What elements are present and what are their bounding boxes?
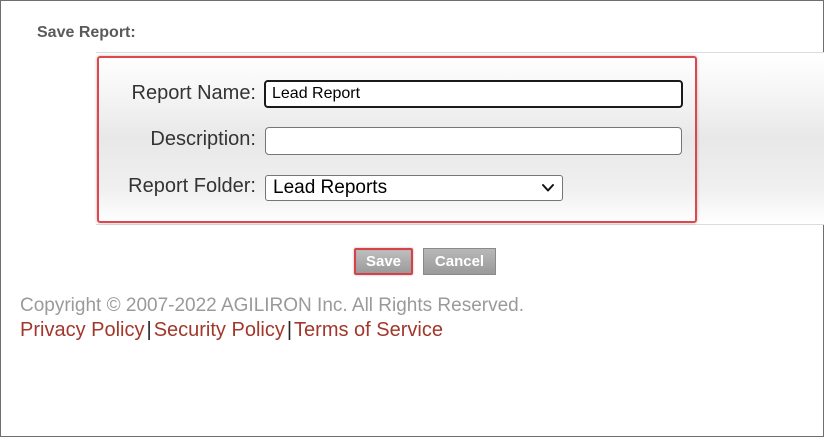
save-button-label: Save — [357, 251, 410, 272]
report-name-input[interactable] — [264, 80, 683, 108]
description-input[interactable] — [265, 127, 682, 155]
description-label: Description: — [150, 128, 256, 150]
save-button[interactable]: Save — [354, 248, 413, 275]
privacy-policy-link[interactable]: Privacy Policy — [20, 319, 144, 341]
security-policy-link[interactable]: Security Policy — [154, 319, 285, 341]
footer-links: Privacy Policy | Security Policy | Terms of … — [20, 319, 443, 342]
report-name-label: Report Name: — [131, 82, 257, 104]
report-folder-selected-value: Lead Reports — [273, 177, 388, 198]
report-folder-select[interactable]: Lead Reports — [265, 175, 563, 201]
cancel-button[interactable]: Cancel — [423, 248, 496, 275]
chevron-down-icon — [542, 184, 554, 192]
page-title: Save Report: — [37, 24, 136, 41]
footer-separator: | — [146, 319, 152, 341]
report-folder-label: Report Folder: — [128, 175, 256, 197]
terms-of-service-link[interactable]: Terms of Service — [294, 319, 443, 341]
footer-separator: | — [286, 319, 293, 341]
copyright-text: Copyright © 2007-2022 AGILIRON Inc. All … — [20, 295, 525, 316]
